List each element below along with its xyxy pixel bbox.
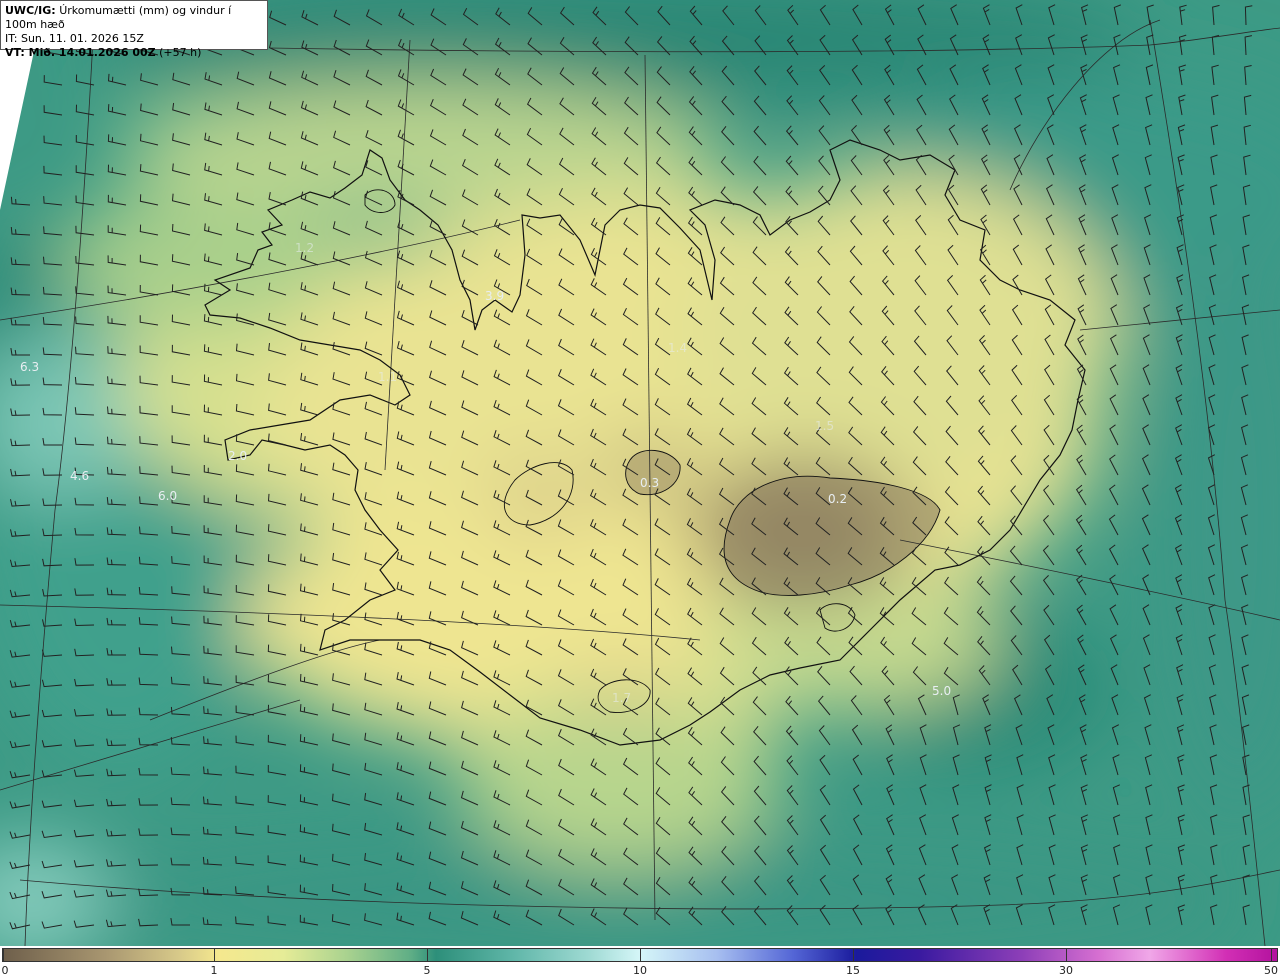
colorbar-label: 5 <box>423 964 431 977</box>
colorbar-label: 15 <box>846 964 860 977</box>
colorbar-tick <box>853 948 854 962</box>
forecast-hour: (+57 h) <box>159 46 202 59</box>
colorbar-tick <box>214 948 215 962</box>
precipitable-water-map: 6.3 4.6 6.0 3.9 2.0 0.3 0.2 5.0 1.2 1.4 … <box>0 0 1280 946</box>
map-info-box: UWC/IG: Úrkomumætti (mm) og vindur í 100… <box>0 0 268 59</box>
map-label-0: 6.3 <box>20 360 39 374</box>
colorbar-label: 10 <box>633 964 647 977</box>
colorbar-label: 0 <box>1 964 9 977</box>
map-label-3: 3.9 <box>485 289 504 303</box>
valid-time: VT: Mið. 14.01.2026 00Z <box>5 46 156 59</box>
map-label-1: 4.6 <box>70 469 89 483</box>
colorbar-tick <box>427 948 428 962</box>
colorbar-label: 1 <box>210 964 218 977</box>
map-label-9: 1.4 <box>668 341 687 355</box>
map-label-6: 0.2 <box>828 492 847 506</box>
init-time: IT: Sun. 11. 01. 2026 15Z <box>5 32 144 45</box>
map-label-7: 5.0 <box>932 684 951 698</box>
colorbar-label: 30 <box>1059 964 1073 977</box>
title-line: UWC/IG: Úrkomumætti (mm) og vindur í 100… <box>5 4 263 32</box>
map-label-11: 1.1 <box>378 370 397 384</box>
colorbar-label: 50 <box>1264 964 1278 977</box>
colorbar-tick <box>1066 948 1067 962</box>
colorbar-tick <box>640 948 641 962</box>
model-tag: UWC/IG: <box>5 4 56 17</box>
map-label-8: 1.2 <box>295 241 314 255</box>
precipitation-field <box>0 0 1280 946</box>
valid-time-line: VT: Mið. 14.01.2026 00Z (+57 h) <box>5 46 263 60</box>
map-label-2: 6.0 <box>158 489 177 503</box>
map-label-5: 0.3 <box>640 476 659 490</box>
map-label-10: 1.5 <box>815 419 834 433</box>
colorbar-tick <box>3 948 4 962</box>
map-label-12: 1.7 <box>612 691 631 705</box>
colorbar-tick <box>1271 948 1272 962</box>
map-label-4: 2.0 <box>228 449 247 463</box>
